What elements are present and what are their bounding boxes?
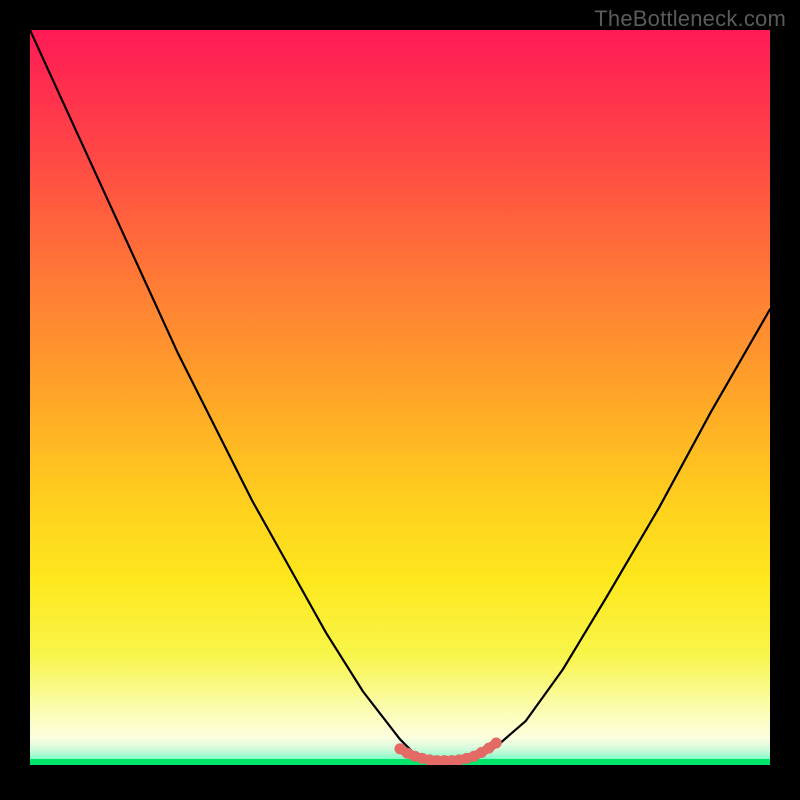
chart-frame: TheBottleneck.com [0,0,800,800]
watermark-text: TheBottleneck.com [594,6,786,32]
curve-svg [30,30,770,765]
plot-area [30,30,770,765]
bottleneck-curve-path [30,30,770,761]
